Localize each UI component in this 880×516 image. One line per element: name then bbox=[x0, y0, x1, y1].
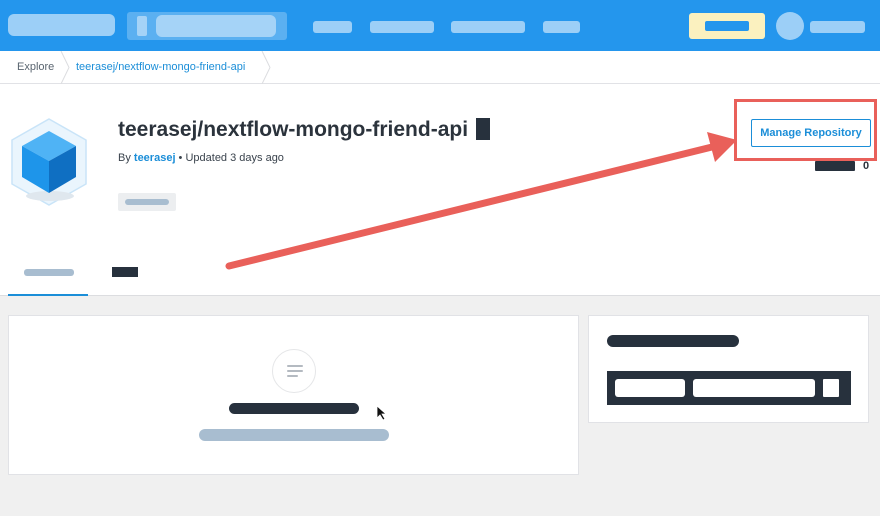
username-menu[interactable] bbox=[810, 21, 865, 33]
nav-link-2[interactable] bbox=[370, 21, 434, 33]
docker-pull-command bbox=[607, 371, 851, 405]
copy-icon[interactable] bbox=[823, 379, 839, 397]
owner-link[interactable]: teerasej bbox=[134, 152, 176, 164]
nav-link-1[interactable] bbox=[313, 21, 352, 33]
updated-text: • Updated 3 days ago bbox=[175, 152, 284, 164]
repo-header: teerasej/nextflow-mongo-friend-api By te… bbox=[0, 84, 880, 296]
stars-label bbox=[815, 161, 855, 171]
privacy-badge bbox=[476, 118, 491, 140]
stars-count: 0 bbox=[863, 160, 870, 172]
by-label: By bbox=[118, 152, 134, 164]
breadcrumb-explore-link[interactable]: Explore bbox=[17, 51, 54, 84]
repository-cube-icon bbox=[11, 118, 87, 206]
tab-tags[interactable] bbox=[112, 267, 138, 277]
manage-repository-button[interactable]: Manage Repository bbox=[751, 119, 871, 147]
repo-name: teerasej/nextflow-mongo-friend-api bbox=[118, 118, 469, 141]
empty-description-heading bbox=[229, 403, 359, 414]
docker-commands-title bbox=[607, 335, 739, 347]
nav-link-4[interactable] bbox=[543, 21, 580, 33]
avatar[interactable] bbox=[776, 12, 804, 40]
search-box[interactable] bbox=[127, 12, 287, 40]
logo[interactable] bbox=[8, 14, 115, 36]
docker-commands-panel bbox=[588, 315, 869, 423]
page-title: teerasej/nextflow-mongo-friend-api bbox=[118, 118, 491, 142]
repo-byline: By teerasej • Updated 3 days ago bbox=[118, 152, 284, 164]
top-nav-bar bbox=[0, 0, 880, 51]
search-input[interactable] bbox=[156, 15, 276, 37]
nav-link-3[interactable] bbox=[451, 21, 525, 33]
upgrade-button[interactable] bbox=[689, 13, 765, 39]
empty-description-subtext bbox=[199, 429, 389, 441]
document-icon bbox=[272, 349, 316, 393]
breadcrumb: Explore teerasej/nextflow-mongo-friend-a… bbox=[0, 51, 880, 84]
tab-general[interactable] bbox=[8, 254, 88, 296]
breadcrumb-separator-icon bbox=[261, 51, 271, 84]
breadcrumb-separator-icon bbox=[60, 51, 70, 84]
search-icon bbox=[137, 16, 147, 36]
category-tag[interactable] bbox=[118, 193, 176, 211]
breadcrumb-repo-link[interactable]: teerasej/nextflow-mongo-friend-api bbox=[76, 51, 245, 84]
description-panel bbox=[8, 315, 579, 475]
